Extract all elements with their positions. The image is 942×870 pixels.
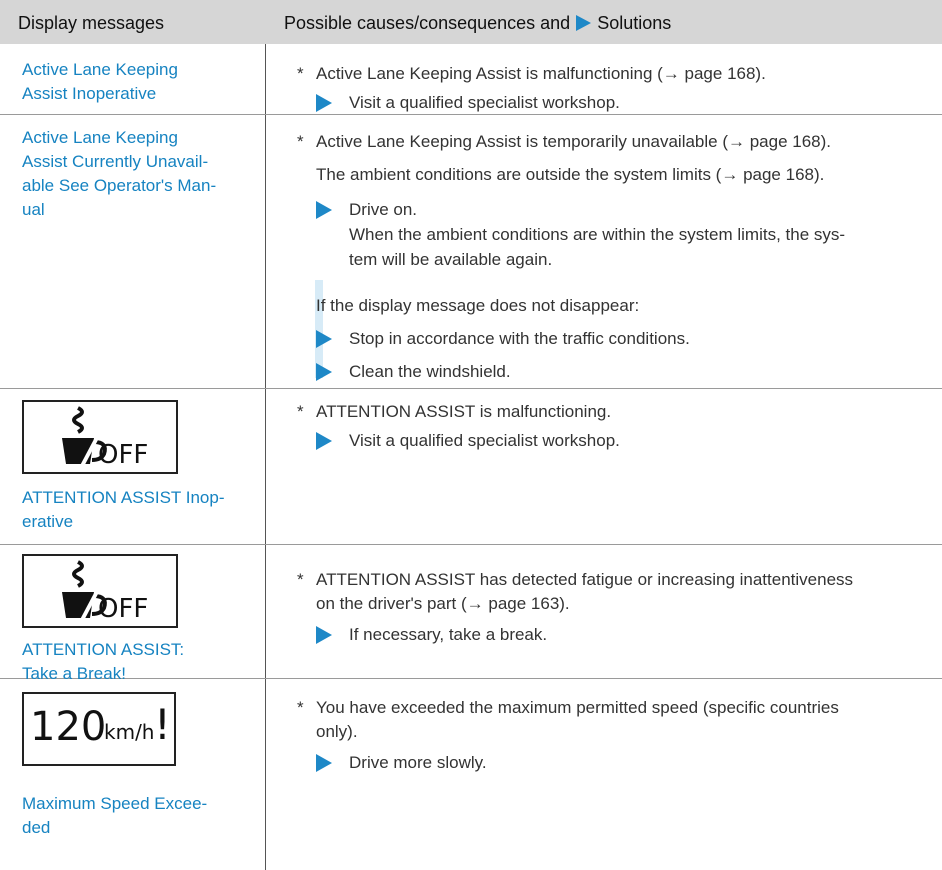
footnote-asterisk: * [297,132,304,151]
step-arrow-icon [316,94,332,112]
coffee-cup-off-icon: OFF [22,554,178,628]
message-line: able See Operator's Man- [22,176,217,195]
row-divider [0,388,942,389]
cause-text: You have exceeded the maximum permitted … [316,698,839,717]
step-arrow-icon [316,330,332,348]
message-line: ATTENTION ASSIST: [22,640,185,659]
footnote-asterisk: * [297,698,304,717]
message-line: Assist Currently Unavail- [22,152,209,171]
cause-text: ATTENTION ASSIST has detected fatigue or… [316,570,854,589]
cause-text: Active Lane Keeping Assist is temporaril… [316,132,832,151]
cause-text-continued: on the driver's part (→ page 163). [316,594,570,613]
message-take-a-break: ATTENTION ASSIST: Take a Break! [22,638,254,686]
step-note: tem will be available again. [349,250,553,269]
step-arrow-icon [316,754,332,772]
message-lane-keeping-unavailable: Active Lane Keeping Assist Currently Una… [22,126,254,222]
header-causes-solutions: Possible causes/consequences and Solution… [284,13,671,34]
consequence-text: The ambient conditions are outside the s… [316,165,825,184]
message-line: Maximum Speed Excee- [22,794,208,813]
row-divider [0,544,942,545]
solution-arrow-icon [576,15,592,31]
message-line: Active Lane Keeping [22,128,178,147]
solution-step: Stop in accordance with the traffic cond… [349,329,690,348]
step-arrow-icon [316,363,332,381]
column-divider [265,44,266,870]
solution-step: If necessary, take a break. [349,625,548,644]
step-arrow-icon [316,626,332,644]
message-line: ded [22,818,51,837]
message-line: Assist Inoperative [22,84,157,103]
solution-step: Drive more slowly. [349,753,487,772]
header-causes-prefix: Possible causes/consequences and [284,13,571,33]
header-display-messages: Display messages [18,13,165,33]
step-arrow-icon [316,201,332,219]
speed-limit-display: 120 km/h ! [22,692,176,766]
solution-step: Drive on. [349,200,418,219]
solution-step: Clean the windshield. [349,362,511,381]
message-line: Active Lane Keeping [22,60,178,79]
footnote-asterisk: * [297,402,304,421]
header-solutions-label: Solutions [597,13,672,33]
message-attention-assist-inoperative: ATTENTION ASSIST Inop- erative [22,486,254,534]
speed-value: 120 [30,704,107,750]
message-lane-keeping-inoperative: Active Lane Keeping Assist Inoperative [22,58,254,106]
speed-unit: km/h [104,720,155,744]
table-header: Display messages Possible causes/consequ… [0,0,942,44]
footnote-asterisk: * [297,64,304,83]
icon-off-label: OFF [98,440,149,470]
cause-text: Active Lane Keeping Assist is malfunctio… [316,64,766,83]
condition-text: If the display message does not disappea… [316,296,640,315]
icon-off-label: OFF [98,594,149,624]
message-line: ATTENTION ASSIST Inop- [22,488,225,507]
message-line: erative [22,512,74,531]
message-line: ual [22,200,45,219]
solution-step: Visit a qualified specialist workshop. [349,431,620,450]
cause-text-continued: only). [316,722,358,741]
cause-text: ATTENTION ASSIST is malfunctioning. [316,402,612,421]
message-line: Take a Break! [22,664,126,683]
warning-exclamation-icon: ! [154,700,171,749]
coffee-cup-off-icon: OFF [22,400,178,474]
message-max-speed-exceeded: Maximum Speed Excee- ded [22,792,254,840]
solution-step: Visit a qualified specialist workshop. [349,93,620,112]
step-note: When the ambient conditions are within t… [349,225,846,244]
footnote-asterisk: * [297,570,304,589]
step-arrow-icon [316,432,332,450]
